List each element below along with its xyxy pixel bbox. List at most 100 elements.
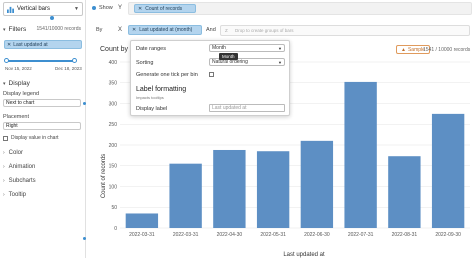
y-tick-labels: 0 50 100 150 200 250 300 350 400 bbox=[109, 60, 118, 232]
close-icon[interactable]: ✕ bbox=[7, 42, 11, 48]
group-drop-zone[interactable]: Z Drop to create groups of bars bbox=[220, 25, 470, 36]
filter-chip-label: Last updated at bbox=[13, 41, 48, 48]
display-value-label: Display value in chart bbox=[11, 135, 59, 141]
one-tick-checkbox[interactable] bbox=[209, 72, 214, 77]
resize-handle[interactable] bbox=[50, 16, 54, 20]
y-shelf[interactable]: ✕ Count of records bbox=[128, 2, 472, 15]
display-label: Display bbox=[8, 80, 30, 87]
placement-label: Placement bbox=[3, 114, 29, 120]
chart-type-label: Vertical bars bbox=[17, 6, 51, 12]
slider-handle-end[interactable] bbox=[72, 58, 77, 63]
chart-type-select[interactable]: Vertical bars ▼ bbox=[3, 2, 83, 16]
chevron-down-icon: ▼ bbox=[278, 45, 282, 51]
x-axis-label: Last updated at bbox=[283, 252, 325, 258]
y-tick-label: 200 bbox=[109, 143, 118, 149]
chevron-down-icon: ▾ bbox=[3, 80, 6, 87]
bar[interactable] bbox=[125, 213, 159, 228]
sidebar: Vertical bars ▼ ▾ Filters 1541/10000 rec… bbox=[0, 0, 86, 258]
x-tick-label: 2022-07-31 bbox=[348, 232, 374, 238]
close-icon[interactable]: ✕ bbox=[132, 27, 136, 33]
x-tick-label: 2022-08-31 bbox=[392, 232, 418, 238]
y-tick-label: 300 bbox=[109, 101, 118, 107]
impacts-tooltips-note: Impacts tooltips bbox=[136, 95, 164, 100]
chevron-right-icon: › bbox=[3, 192, 5, 198]
bar[interactable] bbox=[388, 156, 421, 228]
y-tick-label: 400 bbox=[109, 60, 118, 66]
bar[interactable] bbox=[256, 151, 290, 228]
chart-title: Count by L bbox=[100, 46, 134, 53]
x-tick-label: 2022-05-31 bbox=[260, 232, 286, 238]
x-tick-labels: 2022-03-31 2022-03-31 2022-04-30 2022-05-31… bbox=[129, 232, 461, 238]
display-legend-value: Next to chart bbox=[6, 100, 35, 106]
chevron-down-icon: ▾ bbox=[3, 26, 6, 33]
section-label: Animation bbox=[8, 164, 36, 170]
bar-chart-icon bbox=[7, 6, 14, 13]
x-tick-label: 2022-03-31 bbox=[173, 232, 199, 238]
show-label: Show bbox=[99, 5, 113, 11]
section-label: Subcharts bbox=[8, 178, 36, 184]
close-icon[interactable]: ✕ bbox=[138, 6, 142, 12]
section-tooltip[interactable]: › Tooltip bbox=[3, 192, 26, 198]
section-animation[interactable]: › Animation bbox=[3, 164, 35, 170]
filter-records-count: 1541/10000 records bbox=[36, 26, 81, 32]
y-tick-label: 50 bbox=[111, 205, 117, 211]
placement-select[interactable]: Right bbox=[3, 122, 81, 130]
section-subcharts[interactable]: › Subcharts bbox=[3, 178, 36, 184]
bar[interactable] bbox=[169, 163, 202, 228]
display-legend-select[interactable]: Next to chart bbox=[3, 99, 81, 107]
x-tick-label: 2022-06-30 bbox=[304, 232, 330, 238]
warning-icon: ▲ bbox=[401, 46, 406, 53]
z-axis-letter: Z bbox=[225, 28, 228, 33]
y-tick-label: 350 bbox=[109, 81, 118, 87]
y-axis-letter: Y bbox=[118, 5, 123, 11]
x-tick-label: 2022-09-30 bbox=[435, 232, 461, 238]
section-color[interactable]: › Color bbox=[3, 150, 23, 156]
filters-header[interactable]: ▾ Filters bbox=[3, 26, 26, 33]
display-legend-label: Display legend bbox=[3, 91, 40, 97]
show-toggle[interactable]: Show bbox=[92, 5, 113, 11]
bar[interactable] bbox=[213, 149, 246, 228]
y-tick-label: 250 bbox=[109, 122, 118, 128]
slider-from-date: Nov 15, 2022 bbox=[5, 66, 32, 71]
date-ranges-select[interactable]: Month ▼ bbox=[209, 44, 285, 52]
y-tick-label: 0 bbox=[114, 226, 117, 232]
x-axis-letter: X bbox=[118, 27, 123, 33]
filters-label: Filters bbox=[8, 26, 27, 33]
slider-handle-start[interactable] bbox=[4, 58, 9, 63]
date-ranges-value: Month bbox=[212, 45, 226, 51]
date-range-slider[interactable] bbox=[4, 58, 77, 63]
bar[interactable] bbox=[344, 81, 377, 228]
x-dimension-pill[interactable]: ✕ Last updated at (month) bbox=[128, 25, 202, 35]
sorting-label: Sorting bbox=[136, 60, 154, 66]
tooltip: Month bbox=[219, 53, 238, 60]
one-tick-label: Generate one tick per bin bbox=[136, 72, 198, 78]
axis-settings-popover: Date ranges Month ▼ Sorting Natural orde… bbox=[130, 40, 290, 116]
chevron-down-icon: ▼ bbox=[74, 6, 79, 12]
chevron-right-icon: › bbox=[3, 178, 5, 184]
display-value-checkbox[interactable]: Display value in chart bbox=[3, 135, 59, 141]
bar[interactable] bbox=[431, 113, 465, 228]
label-formatting-heading: Label formatting bbox=[136, 86, 187, 93]
chart-records-count: 1541 / 10000 records bbox=[423, 47, 471, 53]
y-tick-label: 100 bbox=[109, 184, 118, 190]
scrollbar-handle[interactable] bbox=[83, 102, 86, 105]
placement-value: Right bbox=[6, 123, 18, 129]
date-ranges-label: Date ranges bbox=[136, 46, 166, 52]
y-measure-pill[interactable]: ✕ Count of records bbox=[134, 4, 196, 13]
y-tick-label: 150 bbox=[109, 164, 118, 170]
filter-chip[interactable]: ✕ Last updated at bbox=[4, 40, 82, 49]
display-label-input[interactable]: Last updated at bbox=[209, 104, 285, 112]
toggle-dot-icon bbox=[92, 6, 96, 10]
section-label: Tooltip bbox=[8, 192, 27, 198]
bar[interactable] bbox=[300, 140, 334, 228]
scrollbar-handle[interactable] bbox=[83, 237, 86, 240]
x-tick-label: 2022-04-30 bbox=[217, 232, 243, 238]
by-label: By bbox=[96, 27, 103, 33]
display-header[interactable]: ▾ Display bbox=[3, 80, 30, 87]
y-axis-label: Count of records bbox=[101, 154, 107, 198]
x-pill-label: Last updated at (month) bbox=[139, 27, 193, 33]
slider-to-date: Dec 18, 2023 bbox=[55, 66, 82, 71]
and-label: And bbox=[206, 27, 216, 33]
y-pill-label: Count of records bbox=[145, 5, 183, 12]
x-tick-label: 2022-03-31 bbox=[129, 232, 155, 238]
